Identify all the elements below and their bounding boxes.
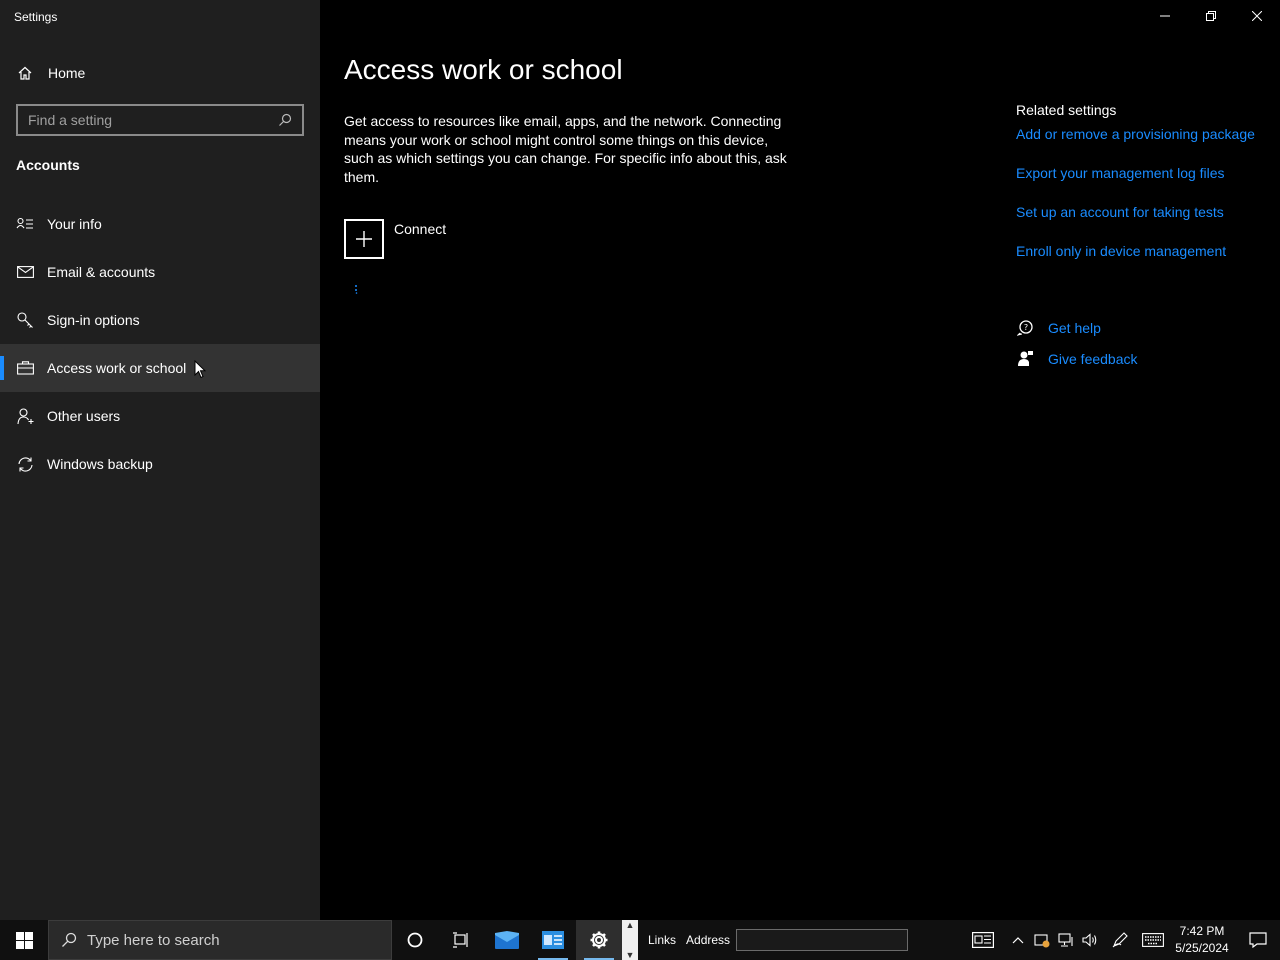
briefcase-icon bbox=[16, 359, 34, 377]
news-widget-button[interactable] bbox=[960, 920, 1006, 960]
window-title: Settings bbox=[14, 10, 58, 24]
connect-button[interactable]: Connect bbox=[344, 219, 446, 259]
clock-time: 7:42 PM bbox=[1179, 924, 1225, 938]
enroll-device-management-link[interactable]: Enroll only in device management bbox=[1016, 243, 1280, 282]
find-setting-input[interactable] bbox=[28, 112, 276, 128]
get-help-row[interactable]: ? Get help bbox=[1016, 312, 1138, 343]
home-nav-item[interactable]: Home bbox=[0, 56, 320, 90]
sidebar-item-label: Email & accounts bbox=[47, 264, 156, 280]
address-toolbar-label: Address bbox=[686, 933, 731, 947]
minimize-button[interactable] bbox=[1142, 0, 1188, 32]
sync-icon bbox=[16, 455, 34, 473]
help-links: ? Get help Give feedback bbox=[1016, 312, 1138, 374]
sidebar-item-label: Access work or school bbox=[47, 360, 187, 376]
sidebar-item-label: Other users bbox=[47, 408, 121, 424]
volume-tray-button[interactable] bbox=[1078, 920, 1102, 960]
home-icon bbox=[16, 64, 34, 82]
add-person-icon bbox=[16, 407, 34, 425]
accounts-section-title: Accounts bbox=[16, 157, 80, 173]
start-button[interactable] bbox=[0, 920, 48, 960]
close-icon bbox=[1252, 11, 1262, 21]
sidebar-item-your-info[interactable]: Your info bbox=[0, 200, 320, 248]
mail-app-icon bbox=[495, 931, 519, 949]
speaker-icon bbox=[1082, 933, 1097, 947]
task-view-button[interactable] bbox=[438, 920, 484, 960]
toolbar-scroll[interactable]: ▲ ▼ bbox=[622, 920, 638, 960]
links-toolbar-label[interactable]: Links bbox=[648, 933, 676, 947]
chat-help-icon: ? bbox=[1016, 319, 1034, 337]
chevron-up-icon bbox=[1012, 937, 1024, 944]
network-icon bbox=[1058, 933, 1073, 947]
task-view-icon bbox=[453, 932, 468, 948]
pen-tray-button[interactable] bbox=[1102, 920, 1138, 960]
provisioning-package-link[interactable]: Add or remove a provisioning package bbox=[1016, 126, 1280, 165]
system-tray: 7:42 PM 5/25/2024 bbox=[960, 920, 1280, 960]
window-controls bbox=[1142, 0, 1280, 32]
mail-icon bbox=[16, 263, 34, 281]
gear-icon bbox=[590, 931, 608, 949]
test-account-link[interactable]: Set up an account for taking tests bbox=[1016, 204, 1280, 243]
feedback-icon bbox=[1016, 350, 1034, 368]
related-settings: Related settings Add or remove a provisi… bbox=[1016, 102, 1280, 282]
mouse-cursor-icon bbox=[194, 359, 207, 384]
touch-keyboard-button[interactable] bbox=[1138, 920, 1168, 960]
restore-button[interactable] bbox=[1188, 0, 1234, 32]
sidebar-item-sign-in-options[interactable]: Sign-in options bbox=[0, 296, 320, 344]
mail-app-button[interactable] bbox=[484, 920, 530, 960]
related-settings-heading: Related settings bbox=[1016, 102, 1117, 118]
minimize-icon bbox=[1160, 15, 1170, 17]
sidebar-item-windows-backup[interactable]: Windows backup bbox=[0, 440, 320, 488]
home-label: Home bbox=[48, 65, 86, 81]
restore-icon bbox=[1206, 11, 1216, 21]
give-feedback-link[interactable]: Give feedback bbox=[1048, 351, 1138, 367]
taskbar-search-box[interactable]: Type here to search bbox=[48, 920, 392, 960]
control-panel-app-button[interactable] bbox=[530, 920, 576, 960]
find-setting-search-box[interactable] bbox=[16, 104, 304, 136]
pen-icon bbox=[1112, 932, 1128, 948]
show-hidden-icons-button[interactable] bbox=[1006, 920, 1030, 960]
page-description: Get access to resources like email, apps… bbox=[344, 113, 787, 185]
search-icon[interactable] bbox=[276, 111, 294, 129]
settings-app-button[interactable] bbox=[576, 920, 622, 960]
network-tray-button[interactable] bbox=[1054, 920, 1078, 960]
cortana-button[interactable] bbox=[392, 920, 438, 960]
contact-card-icon bbox=[16, 215, 34, 233]
give-feedback-row[interactable]: Give feedback bbox=[1016, 343, 1138, 374]
clock[interactable]: 7:42 PM 5/25/2024 bbox=[1168, 923, 1236, 957]
keyboard-icon bbox=[1142, 933, 1164, 947]
sidebar: Settings Home Accounts Your info Email &… bbox=[0, 0, 320, 920]
news-icon bbox=[972, 932, 994, 948]
export-management-log-link[interactable]: Export your management log files bbox=[1016, 165, 1280, 204]
sidebar-item-other-users[interactable]: Other users bbox=[0, 392, 320, 440]
sidebar-item-access-work-or-school[interactable]: Access work or school bbox=[0, 344, 320, 392]
clock-date: 5/25/2024 bbox=[1175, 941, 1229, 955]
scroll-down-icon[interactable]: ▼ bbox=[626, 950, 635, 960]
page-title: Access work or school bbox=[344, 54, 623, 85]
notification-icon bbox=[1249, 932, 1267, 948]
cortana-circle-icon bbox=[407, 932, 423, 948]
security-warning-icon bbox=[1034, 934, 1050, 948]
svg-text:?: ? bbox=[1023, 323, 1027, 332]
accounts-nav: Your info Email & accounts Sign-in optio… bbox=[0, 200, 320, 488]
loading-spinner-icon bbox=[355, 285, 358, 294]
plus-icon bbox=[344, 219, 384, 259]
security-tray-button[interactable] bbox=[1030, 920, 1054, 960]
key-icon bbox=[16, 311, 34, 329]
sidebar-item-label: Your info bbox=[47, 216, 102, 232]
taskbar: Type here to search ▲ ▼ Links Address 7:… bbox=[0, 920, 1280, 960]
sidebar-item-email-accounts[interactable]: Email & accounts bbox=[0, 248, 320, 296]
search-icon bbox=[62, 932, 77, 947]
close-button[interactable] bbox=[1234, 0, 1280, 32]
sidebar-item-label: Windows backup bbox=[47, 456, 153, 472]
address-toolbar-input[interactable] bbox=[736, 929, 909, 951]
windows-logo-icon bbox=[15, 931, 33, 949]
control-panel-icon bbox=[542, 931, 564, 949]
get-help-link[interactable]: Get help bbox=[1048, 320, 1101, 336]
taskbar-search-placeholder: Type here to search bbox=[87, 931, 220, 949]
scroll-up-icon[interactable]: ▲ bbox=[626, 920, 635, 930]
sidebar-item-label: Sign-in options bbox=[47, 312, 140, 328]
connect-label: Connect bbox=[394, 221, 447, 237]
action-center-button[interactable] bbox=[1236, 920, 1280, 960]
